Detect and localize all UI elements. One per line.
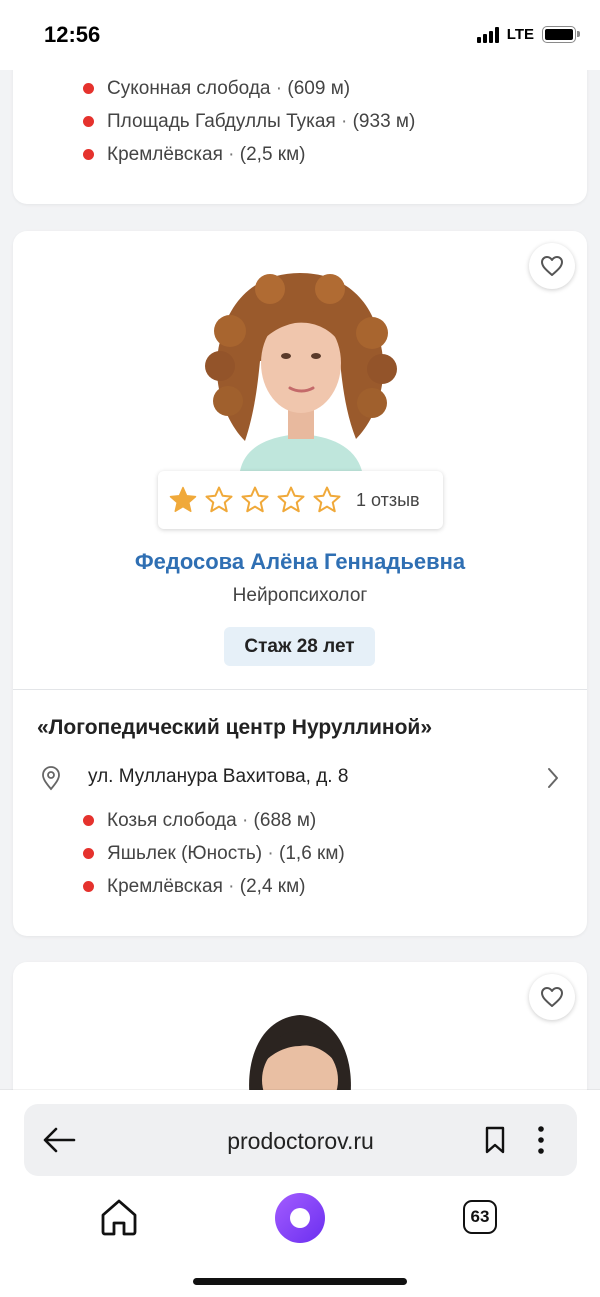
address-bar[interactable]: prodoctorov.ru: [24, 1104, 577, 1176]
heart-icon: [541, 256, 563, 276]
clinic-metro-list: Козья слобода · (688 м) Яшьлек (Юность) …: [13, 804, 587, 903]
review-count: 1 отзыв: [356, 489, 420, 510]
bookmark-icon[interactable]: [484, 1125, 506, 1155]
metro-name: Площадь Габдуллы Тукая: [107, 111, 336, 132]
doctor-photo-image: [205, 273, 397, 471]
divider: [13, 689, 587, 690]
metro-name: Кремлёвская: [107, 144, 223, 165]
metro-dot-icon: [83, 116, 94, 127]
more-vertical-icon[interactable]: [534, 1124, 548, 1156]
metro-item: Кремлёвская · (2,5 км): [13, 138, 415, 171]
experience-badge: Стаж 28 лет: [224, 627, 375, 666]
metro-name: Яшьлек (Юность): [107, 843, 263, 864]
doctor-photo[interactable]: [200, 271, 400, 471]
doctor-photo[interactable]: [230, 1010, 370, 1100]
chevron-right-icon: [548, 768, 558, 788]
metro-dot-icon: [83, 881, 94, 892]
rating-summary[interactable]: 1 отзыв: [158, 471, 443, 529]
metro-distance: (1,6 км): [279, 843, 345, 864]
clinic-name[interactable]: «Логопедический центр Нуруллиной»: [37, 716, 432, 740]
star-empty-icon: [241, 486, 269, 513]
clinic-address-row[interactable]: ул. Мулланура Вахитова, д. 8: [13, 761, 587, 795]
alice-assistant-button[interactable]: [275, 1193, 325, 1243]
home-icon[interactable]: [98, 1196, 140, 1238]
battery-icon: [542, 26, 580, 43]
metro-distance: (609 м): [287, 78, 351, 99]
metro-name: Кремлёвская: [107, 876, 223, 897]
metro-item: Козья слобода · (688 м): [13, 804, 587, 837]
metro-dot-icon: [83, 149, 94, 160]
status-time: 12:56: [44, 22, 101, 47]
doctor-name-link[interactable]: Федосова Алёна Геннадьевна: [13, 549, 587, 575]
heart-icon: [541, 987, 563, 1007]
favorite-button[interactable]: [529, 243, 575, 289]
metro-name: Козья слобода: [107, 810, 237, 831]
metro-dot-icon: [83, 848, 94, 859]
metro-item: Яшьлек (Юность) · (1,6 км): [13, 837, 587, 870]
metro-item: Суконная слобода · (609 м): [13, 72, 415, 105]
metro-item: Кремлёвская · (2,4 км): [13, 870, 587, 903]
signal-icon: [476, 26, 499, 43]
star-empty-icon: [313, 486, 341, 513]
favorite-button[interactable]: [529, 974, 575, 1020]
metro-distance: (2,5 км): [239, 144, 306, 165]
metro-dot-icon: [83, 83, 94, 94]
location-pin-icon: [42, 766, 60, 791]
doctor-card[interactable]: 1 отзыв Федосова Алёна Геннадьевна Нейро…: [13, 231, 587, 936]
tabs-count-button[interactable]: 63: [463, 1200, 497, 1234]
metro-distance: (2,4 км): [239, 876, 306, 897]
star-empty-icon: [205, 486, 233, 513]
status-bar: 12:56 LTE: [0, 0, 600, 70]
home-indicator: [193, 1278, 407, 1285]
doctor-specialty: Нейропсихолог: [232, 585, 368, 606]
browser-toolbar: prodoctorov.ru 63: [0, 1090, 600, 1297]
metro-dot-icon: [83, 815, 94, 826]
network-type: LTE: [506, 26, 534, 43]
metro-distance: (933 м): [352, 111, 416, 132]
star-filled-icon: [169, 486, 197, 512]
metro-item: Площадь Габдуллы Тукая · (933 м): [13, 105, 415, 138]
status-indicators: LTE: [476, 26, 580, 43]
metro-list: Суконная слобода · (609 м) Площадь Габду…: [13, 72, 415, 171]
metro-distance: (688 м): [253, 810, 317, 831]
clinic-address: ул. Мулланура Вахитова, д. 8: [88, 766, 349, 787]
star-empty-icon: [277, 486, 305, 513]
metro-name: Суконная слобода: [107, 78, 271, 99]
